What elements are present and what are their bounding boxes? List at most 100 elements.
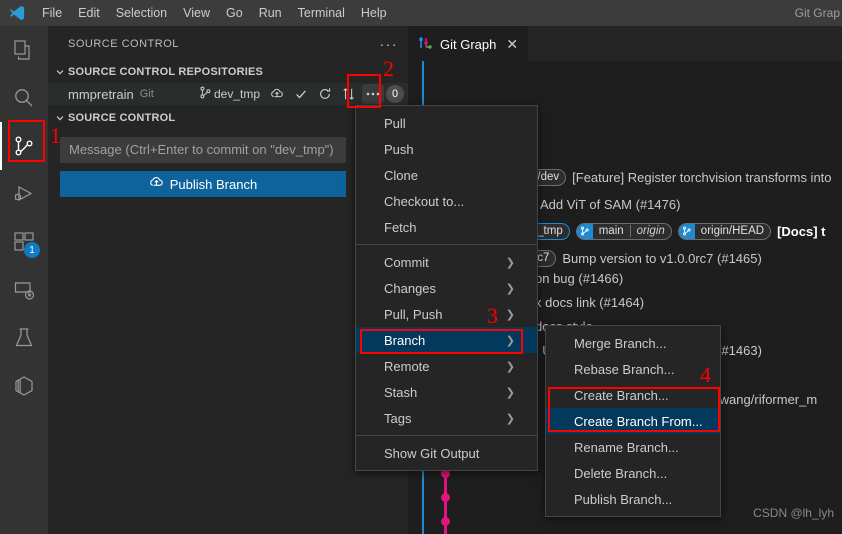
- submenu-item-rebase-branch[interactable]: Rebase Branch...: [546, 356, 720, 382]
- tab-label: Git Graph: [440, 36, 497, 52]
- cloud-upload-icon[interactable]: [266, 84, 288, 104]
- activity-item-extensions[interactable]: 1: [0, 218, 48, 266]
- git-graph-icon: [418, 35, 434, 54]
- graph-chip-branch[interactable]: main origin: [575, 222, 672, 240]
- tab-git-graph[interactable]: Git Graph ✕: [408, 26, 529, 61]
- menu-item-stash[interactable]: Stash ❯: [356, 379, 537, 405]
- submenu-item-merge-branch[interactable]: Merge Branch...: [546, 330, 720, 356]
- graph-commit-node[interactable]: [441, 493, 450, 502]
- menu-item-label: Changes: [384, 280, 437, 296]
- menu-item-label: Pull: [384, 115, 406, 131]
- search-icon: [12, 86, 36, 110]
- chevron-right-icon: ❯: [505, 256, 515, 269]
- title-bar: File Edit Selection View Go Run Terminal…: [0, 0, 842, 26]
- graph-commit-message: [Feature] Register torchvision transform…: [572, 169, 832, 185]
- current-branch-indicator[interactable]: dev_tmp: [199, 86, 260, 102]
- files-icon: [12, 38, 36, 62]
- activity-item-explorer[interactable]: [0, 26, 48, 74]
- graph-commit-node[interactable]: [441, 517, 450, 526]
- menu-bar[interactable]: File Edit Selection View Go Run Terminal…: [34, 0, 395, 26]
- commit-message-input[interactable]: Message (Ctrl+Enter to commit on "dev_tm…: [60, 137, 346, 163]
- section-source-control[interactable]: SOURCE CONTROL: [48, 107, 408, 129]
- menu-item-label: Commit: [384, 254, 429, 270]
- menu-edit[interactable]: Edit: [70, 0, 108, 26]
- menu-view[interactable]: View: [175, 0, 218, 26]
- chevron-right-icon: ❯: [505, 360, 515, 373]
- current-branch-name: dev_tmp: [213, 87, 260, 101]
- publish-branch-label: Publish Branch: [169, 176, 258, 192]
- menu-item-commit[interactable]: Commit ❯: [356, 249, 537, 275]
- branch-submenu[interactable]: Merge Branch... Rebase Branch... Create …: [545, 325, 721, 517]
- annotation-number-3: 3: [487, 303, 498, 328]
- menu-item-remote[interactable]: Remote ❯: [356, 353, 537, 379]
- menu-item-clone[interactable]: Clone: [356, 162, 537, 188]
- watermark: CSDN @lh_lyh: [753, 506, 834, 520]
- menu-item-label: Push: [384, 141, 414, 157]
- menu-item-branch[interactable]: Branch ❯: [356, 327, 537, 353]
- graph-row[interactable]: bn bug (#1466): [535, 266, 623, 290]
- graph-chip-branch[interactable]: origin/HEAD: [677, 222, 772, 240]
- menu-item-label: Fetch: [384, 219, 417, 235]
- chevron-right-icon: ❯: [505, 282, 515, 295]
- menu-item-tags[interactable]: Tags ❯: [356, 405, 537, 431]
- graph-commit-message: x docs link (#1464): [535, 294, 645, 310]
- activity-item-testing[interactable]: [0, 314, 48, 362]
- submenu-item-rename-branch[interactable]: Rename Branch...: [546, 434, 720, 460]
- graph-commit-message: Add ViT of SAM (#1476): [540, 196, 681, 212]
- menu-run[interactable]: Run: [251, 0, 290, 26]
- docker-icon: [12, 374, 36, 398]
- repository-toolbar: dev_tmp 0: [199, 83, 404, 105]
- submenu-item-create-branch-from[interactable]: Create Branch From...: [546, 408, 720, 434]
- menu-item-fetch[interactable]: Fetch: [356, 214, 537, 240]
- menu-terminal[interactable]: Terminal: [290, 0, 353, 26]
- activity-item-source-control[interactable]: [0, 122, 48, 170]
- graph-row[interactable]: n/dev [Feature] Register torchvision tra…: [524, 165, 832, 189]
- submenu-item-label: Rename Branch...: [574, 439, 679, 455]
- git-context-menu[interactable]: Pull Push Clone Checkout to... Fetch Com…: [355, 105, 538, 471]
- submenu-item-publish-branch[interactable]: Publish Branch...: [546, 486, 720, 512]
- menu-item-label: Branch: [384, 332, 426, 348]
- repository-row[interactable]: mmpretrain Git dev_tmp 0: [48, 83, 408, 105]
- graph-row[interactable]: ev_tmp main origin origin/HEAD [Docs] t: [518, 219, 825, 243]
- branch-icon: [576, 223, 593, 239]
- activity-item-docker[interactable]: [0, 362, 48, 410]
- menu-file[interactable]: File: [34, 0, 70, 26]
- sidebar-header: SOURCE CONTROL ···: [48, 26, 408, 61]
- branch-icon-2: [678, 223, 695, 239]
- menu-help[interactable]: Help: [353, 0, 395, 26]
- refresh-icon[interactable]: [314, 84, 336, 104]
- menu-item-label: Show Git Output: [384, 445, 480, 461]
- activity-item-search[interactable]: [0, 74, 48, 122]
- repository-more-actions-button[interactable]: [362, 84, 384, 104]
- menu-item-changes[interactable]: Changes ❯: [356, 275, 537, 301]
- graph-row[interactable]: x docs link (#1464): [535, 290, 644, 314]
- submenu-item-label: Delete Branch...: [574, 465, 668, 481]
- menu-item-pull-push[interactable]: Pull, Push ❯: [356, 301, 537, 327]
- sidebar-more-actions-icon[interactable]: ···: [380, 36, 399, 52]
- annotation-number-1: 1: [50, 123, 61, 148]
- cloud-upload-icon-small: [149, 175, 164, 193]
- compare-changes-icon[interactable]: [338, 84, 360, 104]
- section-repositories[interactable]: SOURCE CONTROL REPOSITORIES: [48, 61, 408, 83]
- menu-item-checkout-to[interactable]: Checkout to...: [356, 188, 537, 214]
- submenu-item-create-branch[interactable]: Create Branch...: [546, 382, 720, 408]
- menu-go[interactable]: Go: [218, 0, 251, 26]
- close-icon[interactable]: ✕: [506, 36, 518, 53]
- graph-row[interactable]: Add ViT of SAM (#1476): [540, 192, 680, 216]
- graph-commit-message: Bump version to v1.0.0rc7 (#1465): [562, 250, 762, 266]
- submenu-item-delete-branch[interactable]: Delete Branch...: [546, 460, 720, 486]
- publish-branch-button[interactable]: Publish Branch: [60, 171, 346, 197]
- menu-item-pull[interactable]: Pull: [356, 110, 537, 136]
- submenu-item-label: Rebase Branch...: [574, 361, 675, 377]
- menu-item-label: Checkout to...: [384, 193, 465, 209]
- menu-selection[interactable]: Selection: [108, 0, 175, 26]
- annotation-number-2: 2: [383, 56, 394, 81]
- menu-item-label: Remote: [384, 358, 430, 374]
- menu-item-push[interactable]: Push: [356, 136, 537, 162]
- active-indicator: [0, 122, 2, 170]
- check-icon[interactable]: [290, 84, 312, 104]
- activity-item-remote-explorer[interactable]: [0, 266, 48, 314]
- source-control-icon: [12, 134, 36, 158]
- menu-item-show-git-output[interactable]: Show Git Output: [356, 440, 537, 466]
- activity-item-run-debug[interactable]: [0, 170, 48, 218]
